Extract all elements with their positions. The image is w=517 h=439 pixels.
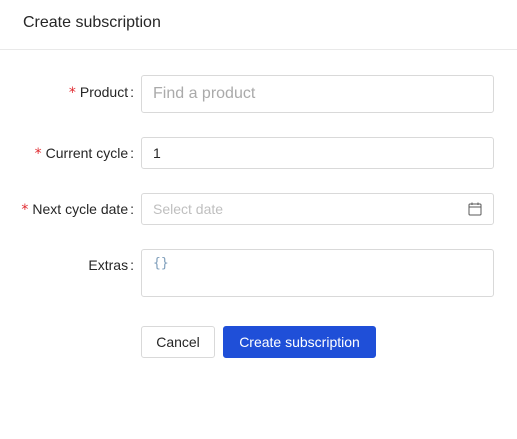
- label-colon: :: [130, 257, 134, 273]
- create-subscription-button[interactable]: Create subscription: [223, 326, 376, 358]
- current-cycle-label-text: Current cycle: [45, 145, 129, 161]
- calendar-icon[interactable]: [468, 202, 482, 216]
- dialog-header: Create subscription: [0, 0, 517, 50]
- current-cycle-input[interactable]: [141, 137, 494, 169]
- product-row: * Product:: [0, 75, 517, 113]
- next-cycle-date-input[interactable]: [142, 194, 464, 224]
- create-subscription-dialog: Create subscription *Product: *Current c…: [0, 0, 517, 439]
- next-cycle-date-label: * Next cycle date:: [21, 201, 134, 218]
- label-colon: :: [130, 84, 134, 100]
- extras-row: Extras: {}: [0, 249, 517, 297]
- dialog-title: Create subscription: [23, 14, 161, 31]
- label-colon: :: [130, 145, 134, 161]
- product-label: * Product:: [69, 84, 134, 101]
- required-mark: *: [68, 85, 76, 101]
- product-search-input[interactable]: [141, 75, 494, 113]
- extras-label-text: Extras: [88, 257, 129, 273]
- next-cycle-date-label-text: Next cycle date: [32, 201, 129, 217]
- cancel-button[interactable]: Cancel: [141, 326, 215, 358]
- label-colon: :: [130, 201, 134, 217]
- current-cycle-label: * Current cycle:: [35, 145, 134, 162]
- product-label-text: Product: [79, 84, 129, 100]
- required-mark: *: [34, 146, 42, 162]
- required-mark: *: [21, 202, 29, 218]
- current-cycle-row: * Current cycle:: [0, 137, 517, 169]
- extras-label: Extras:: [88, 257, 134, 273]
- extras-json-textarea[interactable]: {}: [141, 249, 494, 297]
- date-picker[interactable]: [141, 193, 494, 225]
- next-cycle-date-row: * Next cycle date:: [0, 193, 517, 225]
